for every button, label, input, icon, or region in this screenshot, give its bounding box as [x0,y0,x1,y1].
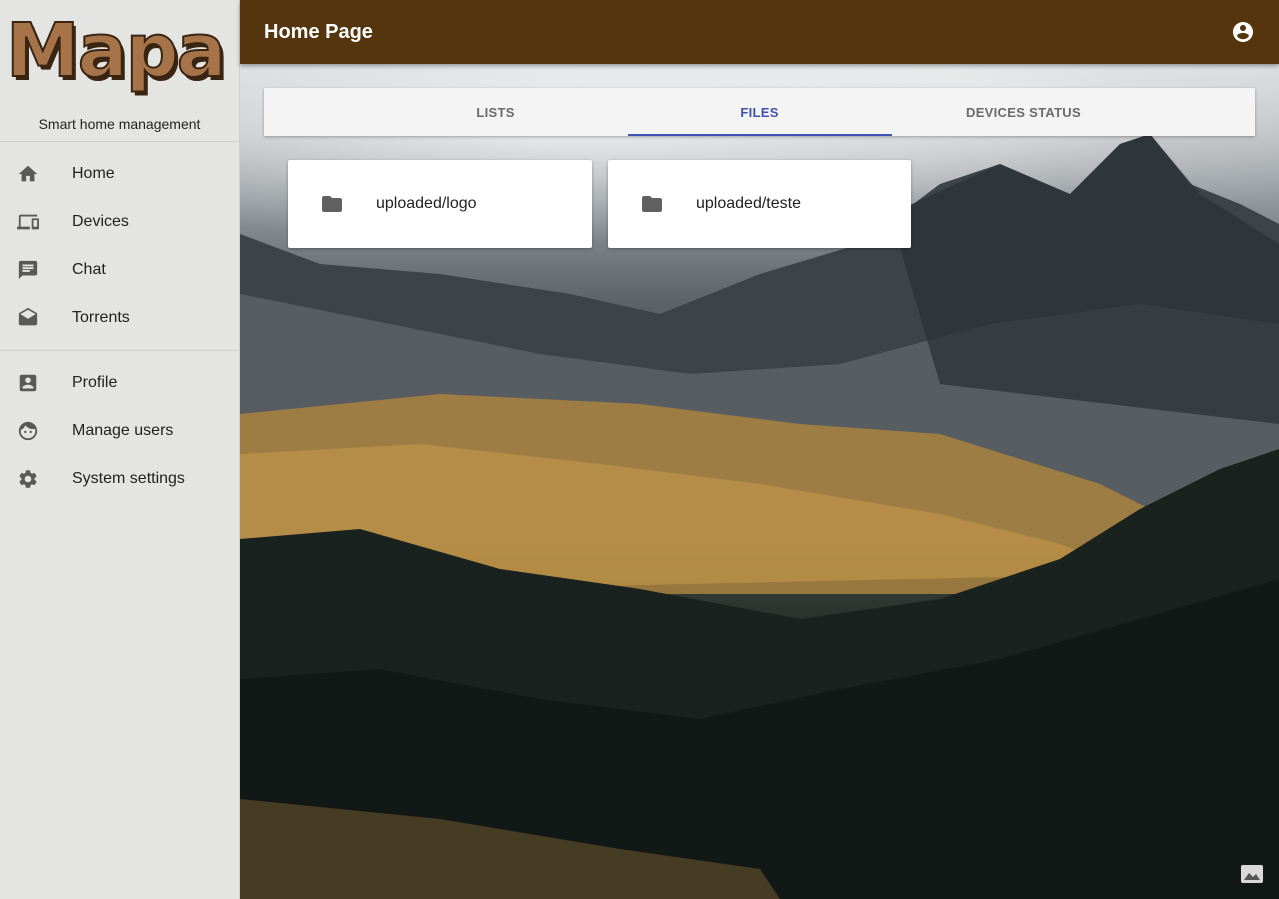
sidebar-item-label: Profile [72,374,118,391]
drafts-icon [16,306,40,330]
file-card[interactable]: uploaded/teste [608,160,911,248]
file-card[interactable]: uploaded/logo [288,160,592,248]
nav-group-main: Home Devices Chat Torrents [0,142,239,350]
sidebar-item-manage-users[interactable]: Manage users [0,407,239,455]
image-icon [1241,865,1263,883]
gear-icon [16,467,40,491]
sidebar-item-label: Devices [72,213,129,230]
page-title: Home Page [264,20,373,43]
tab-bar: LISTS FILES DEVICES STATUS [264,88,1255,136]
sidebar-item-system-settings[interactable]: System settings [0,455,239,503]
sidebar: Mapa Smart home management Home Devices … [0,0,240,899]
tab-devices-status[interactable]: DEVICES STATUS [892,88,1156,136]
folder-icon [640,192,664,216]
logo-area: Mapa Smart home management [0,0,239,142]
sidebar-item-label: Chat [72,261,106,278]
sidebar-item-devices[interactable]: Devices [0,198,239,246]
background-forest [240,449,1279,899]
home-icon [16,162,40,186]
app-logo: Mapa [5,8,227,94]
account-button[interactable] [1231,20,1255,44]
tab-files[interactable]: FILES [627,88,892,136]
sidebar-item-home[interactable]: Home [0,150,239,198]
account-box-icon [16,371,40,395]
sidebar-item-torrents[interactable]: Torrents [0,294,239,342]
file-name: uploaded/logo [376,195,477,212]
sidebar-item-label: Torrents [72,309,130,326]
devices-icon [16,210,40,234]
app-subtitle: Smart home management [38,116,201,132]
sidebar-item-label: Manage users [72,422,174,439]
tab-lists[interactable]: LISTS [364,88,628,136]
chat-icon [16,258,40,282]
sidebar-item-chat[interactable]: Chat [0,246,239,294]
file-name: uploaded/teste [696,195,801,212]
account-circle-icon [1233,22,1253,42]
change-background-button[interactable] [1241,865,1263,883]
sidebar-item-profile[interactable]: Profile [0,359,239,407]
folder-icon [320,192,344,216]
face-icon [16,419,40,443]
app-header: Home Page [240,0,1279,64]
sidebar-item-label: Home [72,165,115,182]
sidebar-item-label: System settings [72,470,185,487]
nav-group-admin: Profile Manage users System settings [0,350,239,511]
